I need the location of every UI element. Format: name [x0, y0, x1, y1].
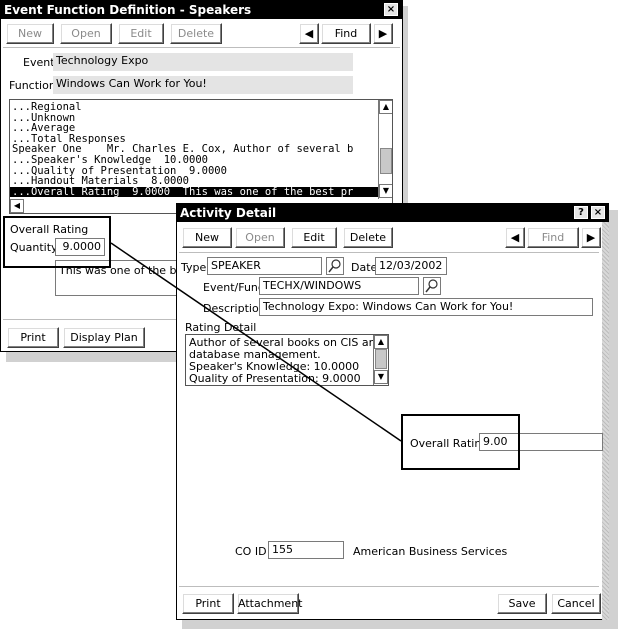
- callout-line: [110, 242, 402, 442]
- callout-connector: [110, 242, 402, 442]
